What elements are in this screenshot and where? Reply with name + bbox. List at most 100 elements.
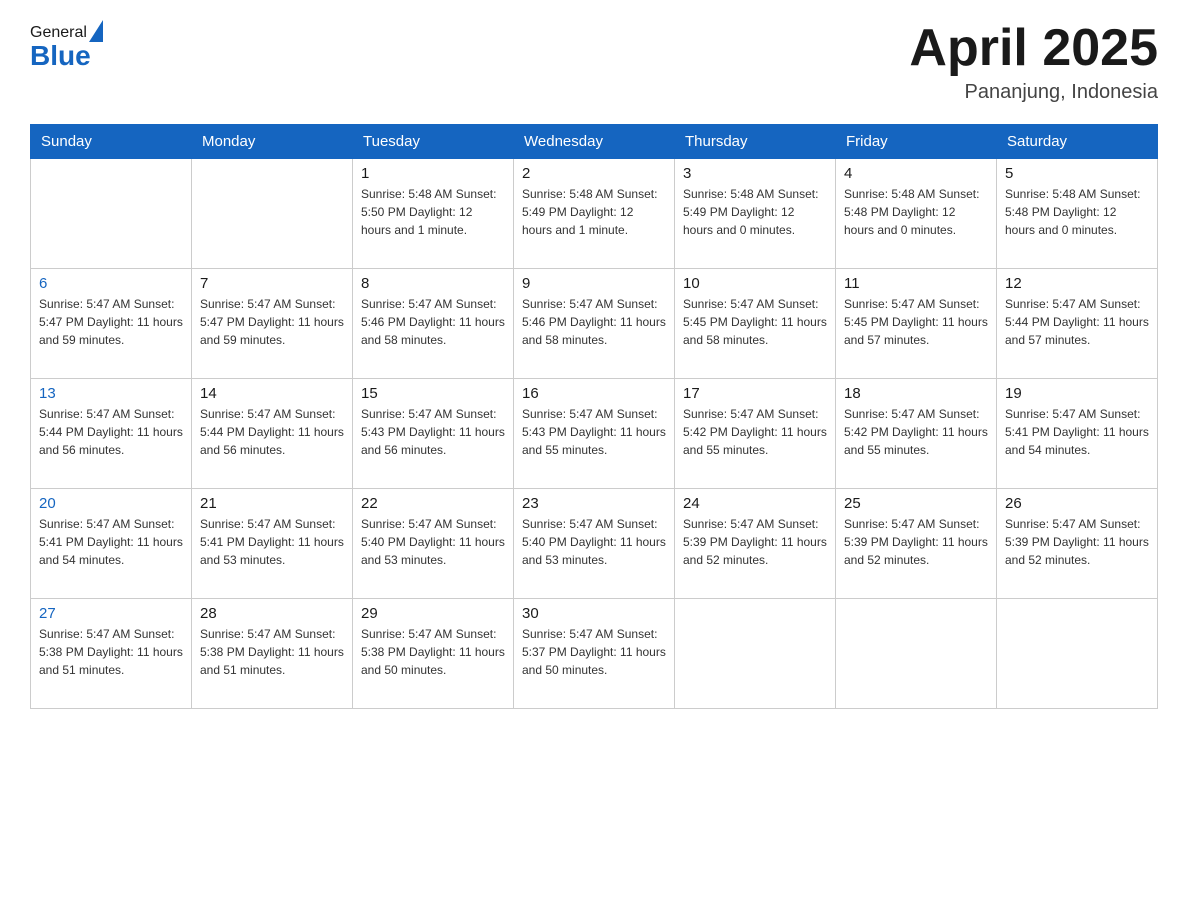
- day-info: Sunrise: 5:47 AM Sunset: 5:44 PM Dayligh…: [200, 405, 344, 459]
- day-info: Sunrise: 5:47 AM Sunset: 5:37 PM Dayligh…: [522, 625, 666, 679]
- title-area: April 2025 Pananjung, Indonesia: [909, 20, 1158, 104]
- day-number: 2: [522, 165, 666, 182]
- calendar-cell: [192, 159, 353, 269]
- day-number: 15: [361, 385, 505, 402]
- day-info: Sunrise: 5:47 AM Sunset: 5:38 PM Dayligh…: [361, 625, 505, 679]
- day-number: 8: [361, 275, 505, 292]
- day-number: 17: [683, 385, 827, 402]
- calendar-cell: 2 Sunrise: 5:48 AM Sunset: 5:49 PM Daylig…: [514, 159, 675, 269]
- day-info: Sunrise: 5:47 AM Sunset: 5:40 PM Dayligh…: [522, 515, 666, 569]
- logo-triangle-icon: [89, 20, 103, 42]
- location-subtitle: Pananjung, Indonesia: [909, 81, 1158, 104]
- day-info: Sunrise: 5:47 AM Sunset: 5:46 PM Dayligh…: [361, 295, 505, 349]
- day-info: Sunrise: 5:48 AM Sunset: 5:50 PM Dayligh…: [361, 185, 505, 239]
- day-number: 24: [683, 495, 827, 512]
- day-number: 25: [844, 495, 988, 512]
- month-title: April 2025: [909, 20, 1158, 77]
- day-info: Sunrise: 5:47 AM Sunset: 5:38 PM Dayligh…: [200, 625, 344, 679]
- calendar-cell: 14 Sunrise: 5:47 AM Sunset: 5:44 PM Dayli…: [192, 379, 353, 489]
- calendar-cell: 11 Sunrise: 5:47 AM Sunset: 5:45 PM Dayli…: [836, 269, 997, 379]
- calendar-week-row: 6 Sunrise: 5:47 AM Sunset: 5:47 PM Daylig…: [31, 269, 1158, 379]
- calendar-cell: 10 Sunrise: 5:47 AM Sunset: 5:45 PM Dayli…: [675, 269, 836, 379]
- day-info: Sunrise: 5:47 AM Sunset: 5:45 PM Dayligh…: [844, 295, 988, 349]
- calendar-cell: 23 Sunrise: 5:47 AM Sunset: 5:40 PM Dayli…: [514, 489, 675, 599]
- day-number: 7: [200, 275, 344, 292]
- day-number: 23: [522, 495, 666, 512]
- day-number: 6: [39, 275, 183, 292]
- calendar-cell: [836, 599, 997, 709]
- calendar-cell: 13 Sunrise: 5:47 AM Sunset: 5:44 PM Dayli…: [31, 379, 192, 489]
- day-number: 19: [1005, 385, 1149, 402]
- day-of-week-header: Friday: [836, 125, 997, 159]
- day-number: 13: [39, 385, 183, 402]
- day-number: 29: [361, 605, 505, 622]
- calendar-week-row: 1 Sunrise: 5:48 AM Sunset: 5:50 PM Daylig…: [31, 159, 1158, 269]
- calendar-cell: 15 Sunrise: 5:47 AM Sunset: 5:43 PM Dayli…: [353, 379, 514, 489]
- day-number: 18: [844, 385, 988, 402]
- day-info: Sunrise: 5:47 AM Sunset: 5:42 PM Dayligh…: [844, 405, 988, 459]
- logo: General Blue: [30, 20, 103, 70]
- day-number: 9: [522, 275, 666, 292]
- day-info: Sunrise: 5:47 AM Sunset: 5:46 PM Dayligh…: [522, 295, 666, 349]
- calendar-cell: 8 Sunrise: 5:47 AM Sunset: 5:46 PM Daylig…: [353, 269, 514, 379]
- calendar-cell: 9 Sunrise: 5:47 AM Sunset: 5:46 PM Daylig…: [514, 269, 675, 379]
- day-info: Sunrise: 5:47 AM Sunset: 5:41 PM Dayligh…: [39, 515, 183, 569]
- day-info: Sunrise: 5:47 AM Sunset: 5:39 PM Dayligh…: [844, 515, 988, 569]
- day-of-week-header: Wednesday: [514, 125, 675, 159]
- day-number: 26: [1005, 495, 1149, 512]
- logo-general-text: General: [30, 25, 87, 41]
- day-info: Sunrise: 5:47 AM Sunset: 5:47 PM Dayligh…: [200, 295, 344, 349]
- day-info: Sunrise: 5:47 AM Sunset: 5:43 PM Dayligh…: [522, 405, 666, 459]
- day-info: Sunrise: 5:47 AM Sunset: 5:41 PM Dayligh…: [1005, 405, 1149, 459]
- day-info: Sunrise: 5:47 AM Sunset: 5:43 PM Dayligh…: [361, 405, 505, 459]
- calendar-week-row: 27Sunrise: 5:47 AM Sunset: 5:38 PM Dayli…: [31, 599, 1158, 709]
- calendar-cell: 28 Sunrise: 5:47 AM Sunset: 5:38 PM Dayli…: [192, 599, 353, 709]
- days-of-week-row: SundayMondayTuesdayWednesdayThursdayFrid…: [31, 125, 1158, 159]
- day-info: Sunrise: 5:47 AM Sunset: 5:45 PM Dayligh…: [683, 295, 827, 349]
- day-number: 20: [39, 495, 183, 512]
- day-info: Sunrise: 5:47 AM Sunset: 5:42 PM Dayligh…: [683, 405, 827, 459]
- day-info: Sunrise: 5:48 AM Sunset: 5:48 PM Dayligh…: [844, 185, 988, 239]
- day-number: 21: [200, 495, 344, 512]
- calendar-cell: 12Sunrise: 5:47 AM Sunset: 5:44 PM Dayli…: [997, 269, 1158, 379]
- calendar-cell: 30Sunrise: 5:47 AM Sunset: 5:37 PM Dayli…: [514, 599, 675, 709]
- day-of-week-header: Sunday: [31, 125, 192, 159]
- calendar-cell: 22 Sunrise: 5:47 AM Sunset: 5:40 PM Dayli…: [353, 489, 514, 599]
- day-number: 28: [200, 605, 344, 622]
- calendar-cell: 26 Sunrise: 5:47 AM Sunset: 5:39 PM Dayli…: [997, 489, 1158, 599]
- calendar-cell: 20 Sunrise: 5:47 AM Sunset: 5:41 PM Dayli…: [31, 489, 192, 599]
- day-number: 10: [683, 275, 827, 292]
- calendar-cell: 21 Sunrise: 5:47 AM Sunset: 5:41 PM Dayli…: [192, 489, 353, 599]
- day-info: Sunrise: 5:47 AM Sunset: 5:39 PM Dayligh…: [1005, 515, 1149, 569]
- calendar-week-row: 13 Sunrise: 5:47 AM Sunset: 5:44 PM Dayli…: [31, 379, 1158, 489]
- calendar-cell: 18 Sunrise: 5:47 AM Sunset: 5:42 PM Dayli…: [836, 379, 997, 489]
- day-number: 16: [522, 385, 666, 402]
- calendar-cell: 25 Sunrise: 5:47 AM Sunset: 5:39 PM Dayli…: [836, 489, 997, 599]
- day-number: 1: [361, 165, 505, 182]
- calendar-cell: 3Sunrise: 5:48 AM Sunset: 5:49 PM Daylig…: [675, 159, 836, 269]
- calendar-cell: 27Sunrise: 5:47 AM Sunset: 5:38 PM Dayli…: [31, 599, 192, 709]
- day-number: 14: [200, 385, 344, 402]
- day-info: Sunrise: 5:47 AM Sunset: 5:41 PM Dayligh…: [200, 515, 344, 569]
- day-number: 5: [1005, 165, 1149, 182]
- calendar-cell: [997, 599, 1158, 709]
- day-info: Sunrise: 5:48 AM Sunset: 5:49 PM Dayligh…: [522, 185, 666, 239]
- calendar-cell: 19 Sunrise: 5:47 AM Sunset: 5:41 PM Dayli…: [997, 379, 1158, 489]
- calendar-cell: 16 Sunrise: 5:47 AM Sunset: 5:43 PM Dayli…: [514, 379, 675, 489]
- logo-blue-text: Blue: [30, 42, 103, 70]
- calendar-body: 1 Sunrise: 5:48 AM Sunset: 5:50 PM Daylig…: [31, 159, 1158, 709]
- day-number: 11: [844, 275, 988, 292]
- day-info: Sunrise: 5:47 AM Sunset: 5:38 PM Dayligh…: [39, 625, 183, 679]
- day-of-week-header: Monday: [192, 125, 353, 159]
- day-of-week-header: Tuesday: [353, 125, 514, 159]
- calendar-header: SundayMondayTuesdayWednesdayThursdayFrid…: [31, 125, 1158, 159]
- calendar-cell: 17 Sunrise: 5:47 AM Sunset: 5:42 PM Dayli…: [675, 379, 836, 489]
- day-number: 22: [361, 495, 505, 512]
- calendar-cell: 1 Sunrise: 5:48 AM Sunset: 5:50 PM Daylig…: [353, 159, 514, 269]
- day-info: Sunrise: 5:47 AM Sunset: 5:44 PM Dayligh…: [1005, 295, 1149, 349]
- calendar-cell: 29 Sunrise: 5:47 AM Sunset: 5:38 PM Dayli…: [353, 599, 514, 709]
- calendar-cell: 6Sunrise: 5:47 AM Sunset: 5:47 PM Daylig…: [31, 269, 192, 379]
- calendar-table: SundayMondayTuesdayWednesdayThursdayFrid…: [30, 124, 1158, 709]
- day-info: Sunrise: 5:47 AM Sunset: 5:40 PM Dayligh…: [361, 515, 505, 569]
- day-info: Sunrise: 5:47 AM Sunset: 5:44 PM Dayligh…: [39, 405, 183, 459]
